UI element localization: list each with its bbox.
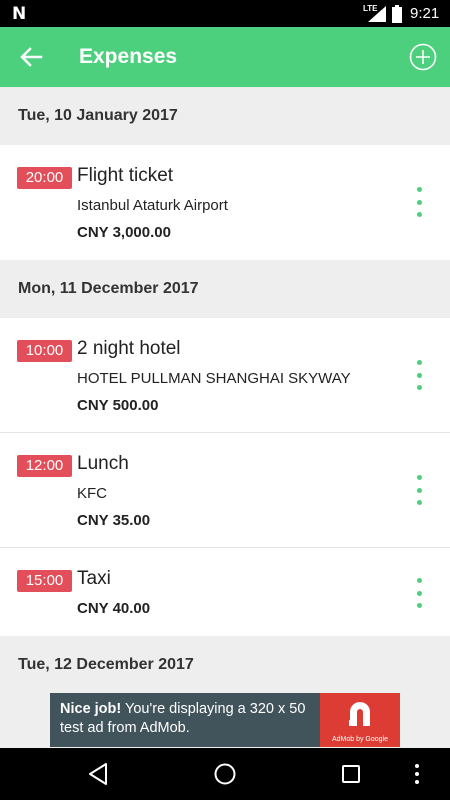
expense-place: HOTEL PULLMAN SHANGHAI SKYWAY (77, 370, 351, 387)
expense-title: 2 night hotel (77, 338, 181, 359)
time-badge: 10:00 (17, 340, 72, 362)
time-badge: 20:00 (17, 167, 72, 189)
date-header: Tue, 12 December 2017 (0, 636, 450, 693)
signal-icon (368, 6, 386, 22)
expense-amount: CNY 500.00 (77, 397, 159, 414)
ad-bold-text: Nice job! (60, 701, 122, 717)
more-vert-icon[interactable] (410, 187, 428, 217)
ad-area: Nice job! You're displaying a 320 x 50 t… (0, 693, 450, 748)
overflow-menu-icon[interactable] (413, 762, 421, 786)
expense-place: Istanbul Ataturk Airport (77, 197, 228, 214)
arrow-left-icon[interactable] (18, 44, 44, 70)
expense-item[interactable]: 10:00 2 night hotel HOTEL PULLMAN SHANGH… (0, 318, 450, 433)
date-header: Mon, 11 December 2017 (0, 260, 450, 318)
expense-amount: CNY 40.00 (77, 600, 151, 617)
expense-title: Lunch (77, 453, 129, 474)
more-vert-icon[interactable] (410, 578, 428, 608)
expense-amount: CNY 35.00 (77, 512, 151, 529)
recents-square-icon[interactable] (341, 764, 361, 784)
date-label: Tue, 12 December 2017 (18, 656, 194, 673)
time-badge: 12:00 (17, 455, 72, 477)
page-title: Expenses (79, 45, 178, 68)
back-triangle-icon[interactable] (87, 762, 109, 786)
notification-n-icon: N (12, 4, 27, 24)
ad-banner[interactable]: Nice job! You're displaying a 320 x 50 t… (50, 693, 400, 747)
expense-place: KFC (77, 485, 107, 502)
admob-logo-icon (349, 702, 370, 726)
time-badge: 15:00 (17, 570, 72, 592)
nav-bar (0, 748, 450, 800)
home-circle-icon[interactable] (213, 762, 237, 786)
clock: 9:21 (410, 5, 440, 22)
battery-icon (392, 5, 402, 23)
expense-item[interactable]: 12:00 Lunch KFC CNY 35.00 (0, 433, 450, 548)
expense-title: Flight ticket (77, 165, 174, 186)
expense-amount: CNY 3,000.00 (77, 224, 171, 241)
admob-logo-box: AdMob by Google (320, 693, 400, 747)
ad-attribution: AdMob by Google (331, 736, 389, 743)
expense-title: Taxi (77, 568, 111, 589)
more-vert-icon[interactable] (410, 475, 428, 505)
date-label: Mon, 11 December 2017 (18, 280, 199, 297)
expense-list: Tue, 10 January 2017 20:00 Flight ticket… (0, 87, 450, 693)
date-header: Tue, 10 January 2017 (0, 87, 450, 145)
add-circle-icon[interactable] (409, 43, 437, 71)
app-bar: Expenses (0, 27, 450, 87)
more-vert-icon[interactable] (410, 360, 428, 390)
expense-item[interactable]: 15:00 Taxi CNY 40.00 (0, 548, 450, 636)
expense-item[interactable]: 20:00 Flight ticket Istanbul Ataturk Air… (0, 145, 450, 260)
status-bar: N LTE 9:21 (0, 0, 450, 27)
ad-text: Nice job! You're displaying a 320 x 50 t… (60, 700, 320, 738)
date-label: Tue, 10 January 2017 (18, 107, 178, 124)
